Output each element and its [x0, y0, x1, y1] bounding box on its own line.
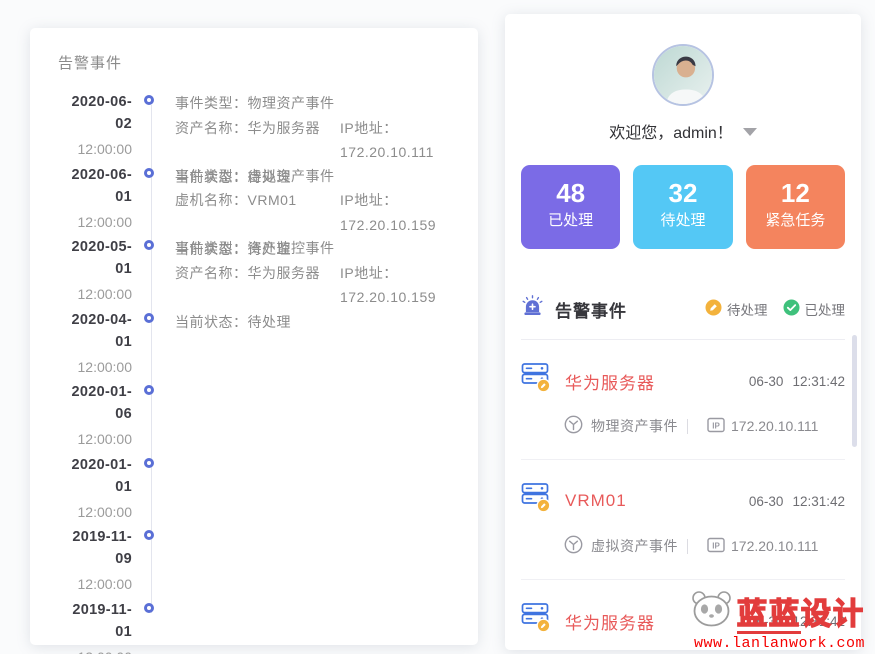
timeline-entry[interactable]: 2020-05-01 12:00:00 事件类型：资产监控事件 资产名称：华为服… [56, 236, 452, 309]
entry-date: 2020-06-02 [56, 91, 132, 135]
event-type-line: 事件类型：物理资产事件 [175, 91, 335, 116]
entry-time: 12:00:00 [56, 570, 132, 598]
asset-name-line: 虚机名称：VRM01 [175, 188, 340, 237]
timeline-entry[interactable]: 2020-06-01 12:00:00 事件类型：虚拟资产事件 虚机名称：VRM… [56, 164, 452, 237]
timeline-entry[interactable]: 2020-01-06 12:00:00 [56, 381, 452, 454]
event-date: 06-30 [749, 374, 784, 389]
stat-value: 12 [746, 178, 845, 208]
legend-done: 已处理 [783, 299, 846, 319]
pending-pencil-icon [705, 299, 722, 319]
chevron-down-icon[interactable] [743, 128, 757, 136]
avatar-photo [654, 46, 712, 104]
entry-date: 2019-11-01 [56, 599, 132, 643]
category-icon [564, 535, 583, 557]
ip-line: IP地址：172.20.10.111 [340, 116, 452, 165]
timeline-entry[interactable]: 2020-06-02 12:00:00 事件类型：物理资产事件 资产名称：华为服… [56, 91, 452, 164]
event-ip: 172.20.10.111 [731, 538, 818, 554]
event-type-line: 事件类型：资产监控事件 [175, 236, 335, 261]
event-time: 12:31:42 [792, 374, 845, 389]
timeline-dot [144, 313, 154, 323]
entry-time: 12:00:00 [56, 280, 132, 308]
timeline-dot [144, 458, 154, 468]
entry-date: 2020-01-06 [56, 381, 132, 425]
welcome-text: 欢迎您，admin！ [609, 125, 733, 142]
entry-time: 12:00:00 [56, 208, 132, 236]
divider [687, 419, 688, 434]
stat-card-urgent[interactable]: 12 紧急任务 [746, 165, 845, 249]
server-icon [521, 482, 552, 520]
event-time: 12:31:42 [792, 614, 845, 629]
ip-icon: IP [707, 417, 725, 436]
event-time: 12:31:42 [792, 494, 845, 509]
done-check-icon [783, 299, 800, 319]
status-line: 当前状态：待处理 [175, 310, 291, 335]
server-icon [521, 602, 552, 640]
stat-value: 32 [633, 178, 732, 208]
event-date: 06-30 [749, 494, 784, 509]
event-type-line: 事件类型：虚拟资产事件 [175, 164, 335, 189]
event-ip: 172.20.10.111 [731, 418, 818, 434]
stat-card-done[interactable]: 48 已处理 [521, 165, 620, 249]
alarm-section-title: 告警事件 [555, 297, 627, 322]
category-icon [564, 415, 583, 437]
svg-text:IP: IP [712, 541, 720, 550]
event-asset-name: 华为服务器 [565, 609, 655, 634]
asset-name-line: 资产名称：华为服务器 [175, 116, 340, 165]
entry-time: 12:00:00 [56, 135, 132, 163]
ip-line: IP地址：172.20.10.159 [340, 261, 452, 310]
welcome-row: 欢迎您，admin！ [505, 119, 861, 143]
entry-date: 2019-11-09 [56, 526, 132, 570]
stat-label: 紧急任务 [746, 208, 845, 234]
timeline: 2020-06-02 12:00:00 事件类型：物理资产事件 资产名称：华为服… [56, 83, 452, 654]
divider [687, 539, 688, 554]
svg-text:IP: IP [712, 421, 720, 430]
event-type: 虚拟资产事件 [591, 536, 678, 556]
asset-name-line: 资产名称：华为服务器 [175, 261, 340, 310]
entry-date: 2020-04-01 [56, 309, 132, 353]
event-type: 物理资产事件 [591, 416, 678, 436]
entry-time: 12:00:00 [56, 353, 132, 381]
alarm-section-header: 告警事件 待处理 [521, 295, 845, 323]
scrollbar-thumb[interactable] [852, 335, 857, 447]
event-date: 06-30 [749, 614, 784, 629]
entry-date: 2020-05-01 [56, 236, 132, 280]
timeline-dot [144, 530, 154, 540]
timeline-dot [144, 240, 154, 250]
alarm-list-item[interactable]: 华为服务器 06-30 12:31:42 资产监控事件 [505, 580, 861, 650]
legend-pending: 待处理 [705, 299, 768, 319]
siren-icon [521, 295, 544, 323]
legend: 待处理 已处理 [705, 299, 845, 319]
entry-date: 2020-01-01 [56, 454, 132, 498]
entry-time: 12:00:00 [56, 425, 132, 453]
entry-time: 12:00:00 [56, 643, 132, 654]
timeline-dot [144, 95, 154, 105]
entry-time: 12:00:00 [56, 498, 132, 526]
dashboard: 告警事件 2020-06-02 12:00:00 事件类型：物理资产事件 资产名… [0, 0, 875, 654]
stat-label: 待处理 [633, 208, 732, 234]
alarm-list-item[interactable]: 华为服务器 06-30 12:31:42 物理资产事件 [505, 340, 861, 459]
avatar[interactable] [652, 44, 714, 106]
stat-label: 已处理 [521, 208, 620, 234]
user-summary-panel: 欢迎您，admin！ 48 已处理 32 待处理 12 紧急任务 [505, 14, 861, 650]
timeline-entry[interactable]: 2019-11-09 12:00:00 [56, 526, 452, 599]
timeline-entry[interactable]: 2020-01-01 12:00:00 [56, 454, 452, 527]
stat-value: 48 [521, 178, 620, 208]
timeline-dot [144, 603, 154, 613]
server-icon [521, 362, 552, 400]
timeline-dot [144, 385, 154, 395]
ip-line: IP地址：172.20.10.159 [340, 188, 452, 237]
timeline-entry[interactable]: 2019-11-01 12:00:00 [56, 599, 452, 654]
stats-row: 48 已处理 32 待处理 12 紧急任务 [521, 165, 845, 249]
ip-icon: IP [707, 537, 725, 556]
alarm-list-item[interactable]: VRM01 06-30 12:31:42 虚拟资产事件 [505, 460, 861, 579]
alarm-timeline-panel: 告警事件 2020-06-02 12:00:00 事件类型：物理资产事件 资产名… [30, 28, 478, 645]
panel-title: 告警事件 [58, 52, 452, 73]
event-asset-name: VRM01 [565, 491, 627, 511]
stat-card-pending[interactable]: 32 待处理 [633, 165, 732, 249]
event-asset-name: 华为服务器 [565, 369, 655, 394]
entry-date: 2020-06-01 [56, 164, 132, 208]
timeline-dot [144, 168, 154, 178]
